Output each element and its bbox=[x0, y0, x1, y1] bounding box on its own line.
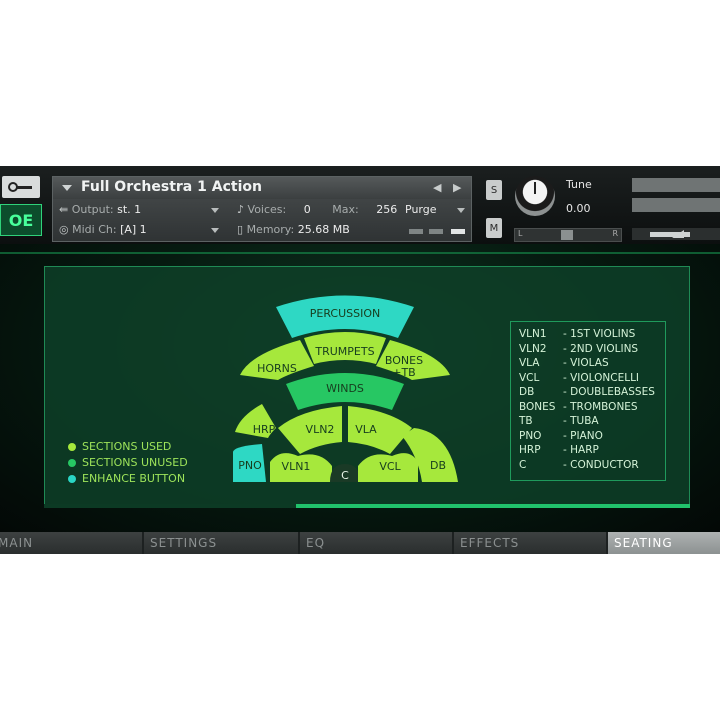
piano-label: PNO bbox=[238, 459, 262, 472]
key-description: - VIOLONCELLI bbox=[563, 371, 640, 384]
key-abbreviation: DB bbox=[519, 386, 535, 398]
tab-effects[interactable]: EFFECTS bbox=[454, 532, 606, 554]
legend-label: SECTIONS USED bbox=[82, 440, 172, 453]
section-harp[interactable]: HRP bbox=[235, 404, 276, 438]
doublebasses-label: DB bbox=[430, 459, 446, 472]
key-description: - 1ST VIOLINS bbox=[563, 328, 636, 340]
section-violins-1[interactable]: VLN1 bbox=[270, 453, 332, 482]
key-abbreviation: VLN1 bbox=[519, 328, 547, 340]
legend-dot-icon bbox=[68, 459, 76, 467]
key-row: VLN1 - 1ST VIOLINS bbox=[519, 328, 665, 343]
key-description: - CONDUCTOR bbox=[563, 458, 639, 471]
horns-label: HORNS bbox=[257, 362, 297, 375]
legend-item: SECTIONS USED bbox=[68, 440, 188, 456]
section-violoncelli[interactable]: VCL bbox=[358, 453, 418, 482]
key-row: HRP - HARP bbox=[519, 444, 665, 459]
kontakt-instrument-window: OE Full Orchestra 1 Action ◀ ▶ ⇚ Output:… bbox=[0, 166, 720, 554]
percussion-label: PERCUSSION bbox=[310, 307, 381, 320]
trumpets-label: TRUMPETS bbox=[314, 345, 374, 358]
tab-settings[interactable]: SETTINGS bbox=[144, 532, 298, 554]
section-horns[interactable]: HORNS bbox=[240, 340, 314, 380]
page-tab-bar: MAIN SETTINGS EQ EFFECTS SEATING bbox=[0, 532, 720, 554]
tuba-label: +TB bbox=[392, 366, 415, 379]
key-row: PNO - PIANO bbox=[519, 430, 665, 445]
legend-dot-icon bbox=[68, 475, 76, 483]
key-row: TB - TUBA bbox=[519, 415, 665, 430]
tab-main[interactable]: MAIN bbox=[0, 532, 142, 554]
key-row: VLA - VIOLAS bbox=[519, 357, 665, 372]
key-abbreviation: TB bbox=[519, 415, 533, 427]
key-abbreviation: C bbox=[519, 458, 527, 471]
key-description: - DOUBLEBASSES bbox=[563, 386, 655, 398]
key-abbreviation: PNO bbox=[519, 429, 542, 442]
key-row: DB - DOUBLEBASSES bbox=[519, 386, 665, 401]
key-row: BONES - TROMBONES bbox=[519, 401, 665, 416]
legend-label: SECTIONS UNUSED bbox=[82, 456, 188, 469]
violins-1-label: VLN1 bbox=[282, 460, 311, 473]
key-description: - TROMBONES bbox=[563, 400, 638, 413]
legend-dot-icon bbox=[68, 443, 76, 451]
key-description: - TUBA bbox=[563, 415, 599, 427]
section-violins-2[interactable]: VLN2 bbox=[278, 406, 342, 454]
key-abbreviation: VCL bbox=[519, 371, 540, 384]
key-row: VCL - VIOLONCELLI bbox=[519, 372, 665, 387]
winds-label: WINDS bbox=[326, 382, 364, 395]
section-trumpets[interactable]: TRUMPETS bbox=[304, 332, 386, 364]
section-violas[interactable]: VLA bbox=[348, 406, 412, 454]
legend-item: ENHANCE BUTTON bbox=[68, 472, 188, 488]
key-description: - HARP bbox=[563, 444, 599, 456]
section-bones-tb[interactable]: BONES +TB bbox=[376, 340, 450, 380]
violas-label: VLA bbox=[355, 423, 377, 436]
legend-label: ENHANCE BUTTON bbox=[82, 472, 186, 485]
section-percussion[interactable]: PERCUSSION bbox=[276, 295, 414, 339]
key-row: VLN2 - 2ND VIOLINS bbox=[519, 343, 665, 358]
key-abbreviation: BONES bbox=[519, 400, 556, 413]
key-abbreviation: HRP bbox=[519, 444, 541, 456]
tab-seating[interactable]: SEATING bbox=[608, 532, 720, 554]
conductor-label: C bbox=[341, 469, 349, 482]
key-description: - VIOLAS bbox=[563, 357, 609, 369]
section-piano[interactable]: PNO bbox=[233, 444, 266, 482]
harp-label: HRP bbox=[253, 423, 276, 436]
section-conductor[interactable]: C bbox=[330, 464, 360, 482]
seating-legend: SECTIONS USED SECTIONS UNUSED ENHANCE BUTT… bbox=[68, 440, 188, 488]
violins-2-label: VLN2 bbox=[306, 423, 335, 436]
section-winds[interactable]: WINDS bbox=[286, 373, 404, 410]
legend-item: SECTIONS UNUSED bbox=[68, 456, 188, 472]
tab-eq[interactable]: EQ bbox=[300, 532, 452, 554]
abbreviation-key: VLN1 - 1ST VIOLINS VLN2 - 2ND VIOLINS VLA - V… bbox=[510, 321, 666, 481]
key-abbreviation: VLA bbox=[519, 357, 540, 369]
key-abbreviation: VLN2 bbox=[519, 342, 547, 355]
key-description: - 2ND VIOLINS bbox=[563, 342, 639, 355]
key-row: C - CONDUCTOR bbox=[519, 459, 665, 474]
key-description: - PIANO bbox=[563, 429, 603, 442]
violoncelli-label: VCL bbox=[379, 460, 401, 473]
